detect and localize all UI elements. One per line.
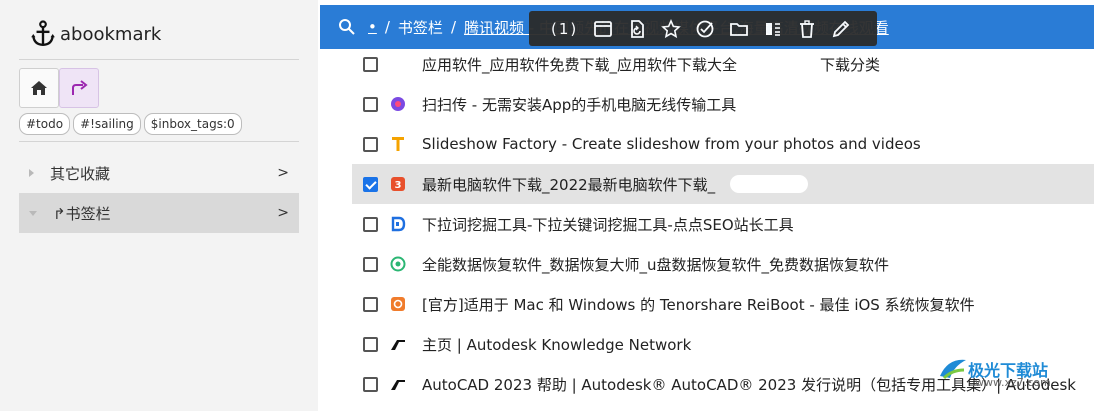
folder-label: ↱书签栏 xyxy=(53,204,111,223)
divider xyxy=(19,141,299,142)
collapse-arrow-icon[interactable] xyxy=(29,210,37,216)
mark-done-button[interactable] xyxy=(688,11,722,46)
bookmark-title[interactable]: Slideshow Factory - Create slideshow fro… xyxy=(422,135,921,153)
sidebar: abookmark #todo #!sailing $inbox_tags:0 … xyxy=(0,0,318,411)
tag-sailing[interactable]: #!sailing xyxy=(73,113,141,135)
open-folder-arrow[interactable]: > xyxy=(277,165,289,181)
slideshow-icon xyxy=(390,136,406,152)
columns-icon xyxy=(766,22,781,36)
redacted-area xyxy=(730,175,808,193)
trash-icon xyxy=(800,19,815,38)
tag-todo[interactable]: #todo xyxy=(19,113,71,135)
open-in-window-button[interactable] xyxy=(586,11,620,46)
bookmark-row[interactable]: 应用软件_应用软件免费下载_应用软件下载大全 下载分类 xyxy=(352,44,1094,84)
app-title: abookmark xyxy=(60,23,162,45)
star-icon xyxy=(661,18,682,38)
svg-text:3: 3 xyxy=(395,180,402,191)
sidebar-button-row xyxy=(19,68,99,108)
open-folder-arrow[interactable]: > xyxy=(277,205,289,221)
bookmark-row[interactable]: Slideshow Factory - Create slideshow fro… xyxy=(352,124,1094,164)
brand: abookmark xyxy=(30,20,161,48)
row-checkbox[interactable] xyxy=(363,296,378,312)
delete-button[interactable] xyxy=(790,11,824,46)
split-view-button[interactable] xyxy=(756,11,790,46)
bookmark-title-suffix: 下载分类 xyxy=(820,55,881,74)
star-button[interactable] xyxy=(654,11,688,46)
autodesk-icon xyxy=(390,376,406,392)
bookmark-title[interactable]: 主页 | Autodesk Knowledge Network xyxy=(422,334,691,355)
watermark-logo-icon xyxy=(940,359,966,380)
window-icon xyxy=(594,20,613,37)
breadcrumb-separator: / xyxy=(384,18,390,36)
tag-list: #todo #!sailing $inbox_tags:0 xyxy=(19,113,245,135)
row-checkbox[interactable] xyxy=(363,336,378,352)
software-download-icon: 3 xyxy=(390,176,406,192)
goto-bookmarks-bar-button[interactable] xyxy=(59,68,99,108)
watermark: 极光下载站 www.xz7.com xyxy=(938,356,1051,389)
redirect-arrow-icon xyxy=(72,80,88,95)
breadcrumb-folder[interactable]: 书签栏 xyxy=(398,17,443,38)
row-checkbox[interactable] xyxy=(363,216,378,232)
row-checkbox-checked[interactable] xyxy=(363,176,378,192)
home-icon xyxy=(31,81,47,95)
bookmark-title[interactable]: 全能数据恢复软件_数据恢复大师_u盘数据恢复软件_免费数据恢复软件 xyxy=(422,254,889,275)
data-recovery-icon xyxy=(390,256,406,272)
row-checkbox[interactable] xyxy=(363,256,378,272)
folder-bookmarks-bar[interactable]: ↱书签栏 > xyxy=(19,193,299,233)
bookmark-row-selected[interactable]: 3 最新电脑软件下载_2022最新电脑软件下载_ xyxy=(352,164,1094,204)
folder-label: 其它收藏 xyxy=(50,164,111,183)
folder-other-bookmarks[interactable]: 其它收藏 > xyxy=(19,153,299,193)
check-circle-icon xyxy=(696,20,714,37)
divider xyxy=(19,59,299,60)
scan-transfer-icon xyxy=(390,96,406,112)
bookmark-title[interactable]: 下拉词挖掘工具-下拉关键词挖掘工具-点点SEO站长工具 xyxy=(422,214,794,235)
refresh-tab-icon xyxy=(631,19,645,38)
home-button[interactable] xyxy=(19,68,59,108)
bookmark-row[interactable]: 全能数据恢复软件_数据恢复大师_u盘数据恢复软件_免费数据恢复软件 xyxy=(352,244,1094,284)
autodesk-icon xyxy=(390,336,406,352)
watermark-url: www.xz7.com xyxy=(975,376,1051,389)
bookmark-title[interactable]: [官方]适用于 Mac 和 Windows 的 Tenorshare ReiBo… xyxy=(422,294,975,315)
open-in-tab-button[interactable] xyxy=(620,11,654,46)
tenorshare-icon xyxy=(390,296,406,312)
tag-inbox[interactable]: $inbox_tags:0 xyxy=(143,113,242,135)
anchor-icon xyxy=(31,20,55,46)
expand-arrow-icon[interactable] xyxy=(29,169,34,177)
bookmark-title[interactable]: 应用软件_应用软件免费下载_应用软件下载大全 xyxy=(422,54,737,75)
bookmark-title[interactable]: 扫扫传 - 无需安装App的手机电脑无线传输工具 xyxy=(422,94,736,115)
move-to-folder-button[interactable] xyxy=(722,11,756,46)
search-icon[interactable] xyxy=(338,18,356,36)
breadcrumb-separator: / xyxy=(450,18,456,36)
edit-button[interactable] xyxy=(824,11,858,46)
bookmark-row[interactable]: 下拉词挖掘工具-下拉关键词挖掘工具-点点SEO站长工具 xyxy=(352,204,1094,244)
bookmark-row[interactable]: [官方]适用于 Mac 和 Windows 的 Tenorshare ReiBo… xyxy=(352,284,1094,324)
selection-toolbar: (1) xyxy=(529,11,877,46)
bookmark-row[interactable]: 扫扫传 - 无需安装App的手机电脑无线传输工具 xyxy=(352,84,1094,124)
row-checkbox[interactable] xyxy=(363,56,378,72)
row-checkbox[interactable] xyxy=(363,96,378,112)
row-checkbox[interactable] xyxy=(363,376,378,392)
seo-tool-icon xyxy=(390,216,406,232)
folder-icon xyxy=(730,22,749,36)
edit-icon xyxy=(833,20,850,37)
breadcrumb-root[interactable]: • xyxy=(368,18,377,36)
selection-count: (1) xyxy=(551,19,579,38)
bookmark-title[interactable]: 最新电脑软件下载_2022最新电脑软件下载_ xyxy=(422,174,715,195)
row-checkbox[interactable] xyxy=(363,136,378,152)
